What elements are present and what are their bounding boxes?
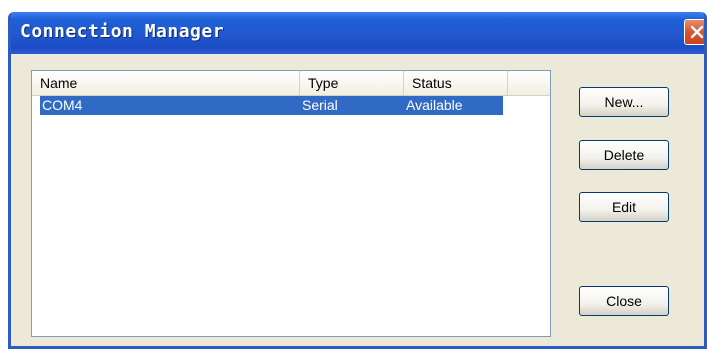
close-window-button[interactable] [684, 19, 704, 45]
list-header: Name Type Status [32, 71, 550, 96]
connection-manager-window: Connection Manager Name Type Status COM4… [8, 12, 707, 349]
edit-button[interactable]: Edit [579, 192, 669, 222]
connections-list[interactable]: Name Type Status COM4 Serial Available [31, 70, 551, 337]
new-button[interactable]: New... [579, 87, 669, 117]
row-name-cell: COM4 [42, 97, 83, 113]
title-bar[interactable]: Connection Manager [11, 12, 704, 54]
column-header-status[interactable]: Status [404, 71, 508, 95]
row-type-cell: Serial [302, 97, 338, 113]
list-row-com4[interactable]: COM4 Serial Available [40, 96, 503, 115]
close-x-icon [690, 25, 704, 39]
row-status-cell: Available [406, 97, 463, 113]
column-header-name[interactable]: Name [32, 71, 300, 95]
close-button[interactable]: Close [579, 286, 669, 316]
delete-button[interactable]: Delete [579, 140, 669, 170]
window-title: Connection Manager [20, 21, 225, 42]
column-header-type[interactable]: Type [300, 71, 404, 95]
